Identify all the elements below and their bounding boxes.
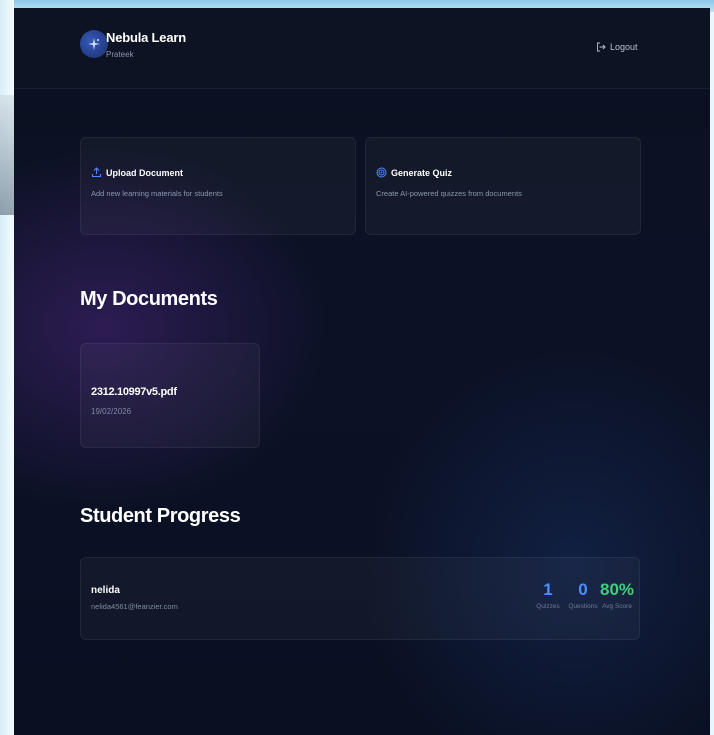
app-title: Nebula Learn [106, 30, 186, 45]
document-name: 2312.10997v5.pdf [91, 386, 177, 398]
generate-quiz-label: Generate Quiz [391, 167, 453, 178]
student-progress-row: nelida nelida4561@feanzier.com 1 Quizzes… [80, 557, 640, 640]
upload-document-label: Upload Document [106, 167, 184, 178]
document-card[interactable]: 2312.10997v5.pdf 19/02/2026 [80, 343, 260, 448]
upload-icon [91, 167, 102, 178]
user-name: Prateek [106, 50, 134, 59]
stat-questions: 0 Questions [566, 580, 600, 610]
stat-questions-label: Questions [568, 603, 598, 610]
target-icon [376, 167, 387, 178]
logout-label: Logout [610, 42, 638, 52]
logout-icon [596, 42, 606, 52]
backdrop-fragment [0, 95, 14, 215]
upload-document-card[interactable]: Upload Document Add new learning materia… [80, 137, 356, 235]
stat-avg-score-label: Avg Score [602, 603, 632, 610]
stat-quizzes-value: 1 [543, 580, 553, 599]
upload-document-description: Add new learning materials for students [91, 189, 223, 198]
my-documents-heading: My Documents [80, 288, 218, 310]
top-header: Nebula Learn Prateek Logout [14, 8, 710, 89]
stat-quizzes-label: Quizzes [536, 603, 560, 610]
stat-quizzes: 1 Quizzes [536, 580, 560, 610]
student-name: nelida [91, 585, 120, 596]
student-email: nelida4561@feanzier.com [91, 602, 178, 611]
generate-quiz-card[interactable]: Generate Quiz Create AI-powered quizzes … [365, 137, 641, 235]
document-date: 19/02/2026 [91, 407, 132, 416]
app-logo-icon [80, 30, 108, 58]
generate-quiz-title: Generate Quiz [376, 167, 452, 178]
stat-questions-value: 0 [578, 580, 588, 599]
stat-avg-score: 80% Avg Score [599, 580, 635, 610]
logout-button[interactable]: Logout [596, 42, 638, 52]
student-progress-heading: Student Progress [80, 505, 241, 527]
app-window: Nebula Learn Prateek Logout Upload Docum… [14, 8, 710, 735]
generate-quiz-description: Create AI-powered quizzes from documents [376, 189, 522, 198]
upload-document-title: Upload Document [91, 167, 183, 178]
stat-avg-score-value: 80% [599, 580, 635, 599]
